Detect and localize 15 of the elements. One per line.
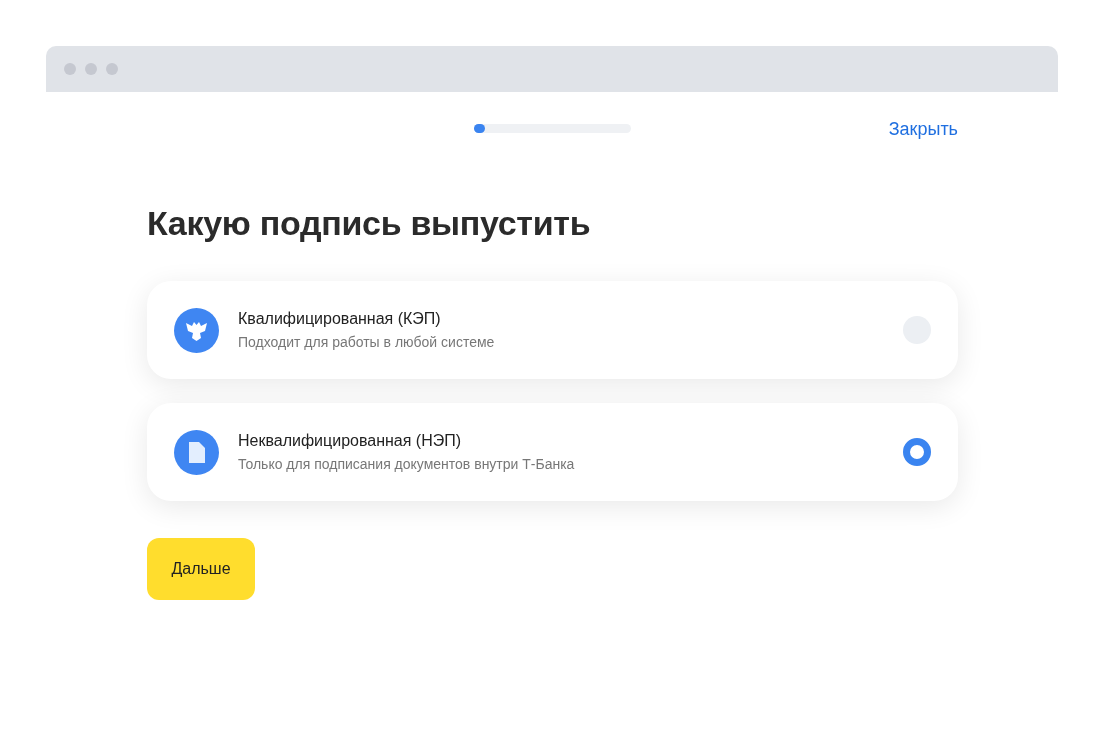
radio-button[interactable]: [903, 438, 931, 466]
option-card[interactable]: Неквалифицированная (НЭП) Только для подписания документов внутри Т-Банка: [147, 403, 958, 501]
close-link[interactable]: Закрыть: [888, 119, 958, 140]
window-dot-icon: [85, 63, 97, 75]
document-icon: [174, 429, 219, 475]
eagle-emblem-icon: [174, 307, 219, 353]
option-card[interactable]: Квалифицированная (КЭП) Подходит для работы в любой системе: [147, 281, 958, 379]
option-title: Квалифицированная (КЭП): [238, 310, 442, 328]
window-dot-icon: [106, 63, 118, 75]
option-description: Только для подписания документов внутри Т-Банка: [238, 456, 576, 472]
window-dot-icon: [64, 63, 76, 75]
page-title: Какую подпись выпустить: [147, 204, 592, 243]
next-button[interactable]: Дальше: [147, 538, 255, 600]
option-title: Неквалифицированная (НЭП): [238, 432, 463, 450]
option-description: Подходит для работы в любой системе: [238, 334, 496, 350]
